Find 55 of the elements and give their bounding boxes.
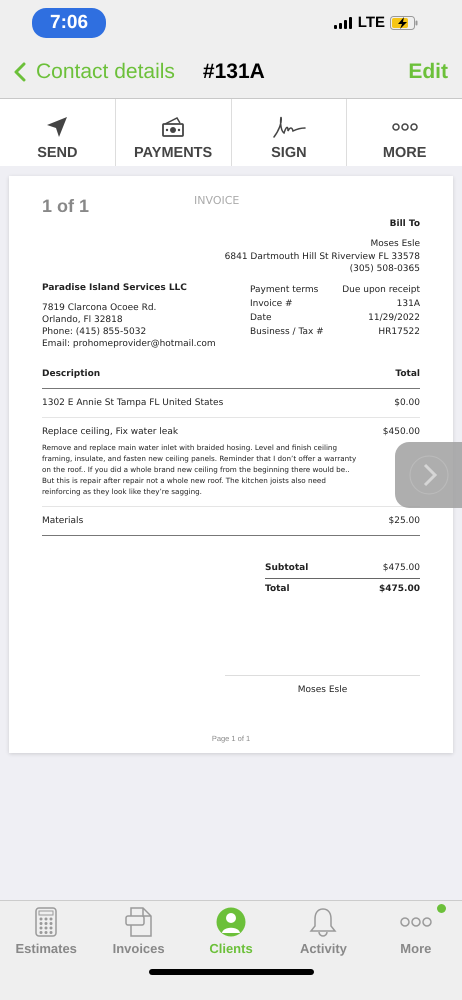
subtotal-label: Subtotal (265, 562, 308, 572)
next-page-button[interactable] (395, 442, 462, 508)
chevron-right-icon (408, 455, 448, 495)
detail-value: Due upon receipt (342, 284, 420, 296)
signature-icon (272, 114, 306, 138)
company-line: Email: prohomeprovider@hotmail.com (42, 338, 216, 350)
company-line: Phone: (415) 855-5032 (42, 326, 148, 338)
column-header: Total (395, 368, 420, 378)
item-description: Replace ceiling, Fix water leak (42, 426, 178, 436)
paper-plane-icon (45, 114, 70, 138)
total-value: $475.00 (379, 584, 420, 594)
battery-icon (390, 16, 418, 30)
more-icon (392, 122, 418, 130)
item-total: $450.00 (382, 426, 420, 436)
company-line: 7819 Clarcona Ocoee Rd. (42, 302, 158, 314)
item-description: Materials (42, 516, 84, 526)
document-icon (124, 907, 153, 937)
item-total: $25.00 (388, 516, 420, 526)
back-button[interactable]: Contact details (14, 60, 175, 84)
network-label: LTE (358, 14, 385, 31)
tab-item[interactable]: Invoices (92, 907, 185, 972)
tab-item[interactable]: Activity (277, 907, 370, 972)
edit-button[interactable]: Edit (408, 60, 448, 84)
detail-value: 11/29/2022 (368, 312, 420, 324)
detail-label: Payment terms (250, 284, 318, 296)
invoice-heading: INVOICE (194, 194, 240, 207)
cash-icon (161, 114, 186, 138)
more-icon (400, 917, 432, 927)
bill-to-line: (305) 508-0365 (348, 263, 420, 276)
subtotal-value: $475.00 (382, 562, 420, 572)
bill-to-line: Moses Esle (370, 238, 420, 250)
tab-item[interactable]: Estimates (0, 907, 92, 972)
invoice-number-title: #131A (202, 60, 266, 84)
bill-to-label: Bill To (388, 219, 420, 229)
status-time: 7:06 (32, 8, 106, 38)
detail-value: 131A (396, 298, 420, 310)
detail-label: Date (250, 312, 272, 324)
detail-value: HR17522 (378, 326, 420, 338)
bell-icon (309, 907, 338, 937)
item-total: $0.00 (394, 398, 420, 408)
page-count: 1 of 1 (42, 196, 90, 217)
calculator-icon (35, 907, 58, 937)
company-name: Paradise Island Services LLC (42, 282, 188, 292)
tab-item[interactable]: More (370, 907, 462, 972)
item-description: 1302 E Annie St Tampa FL United States (42, 398, 224, 408)
detail-label: Business / Tax # (250, 326, 324, 338)
chevron-left-icon (14, 62, 26, 82)
person-icon (216, 907, 246, 937)
total-label: Total (265, 584, 290, 594)
bill-to-line: 6841 Dartmouth Hill St Riverview FL 33578 (224, 250, 420, 263)
signal-icon (334, 16, 353, 28)
signature-name: Moses Esle (298, 684, 348, 694)
company-line: Orlando, Fl 32818 (42, 314, 124, 326)
column-header: Description (42, 368, 100, 378)
detail-label: Invoice # (250, 298, 293, 310)
